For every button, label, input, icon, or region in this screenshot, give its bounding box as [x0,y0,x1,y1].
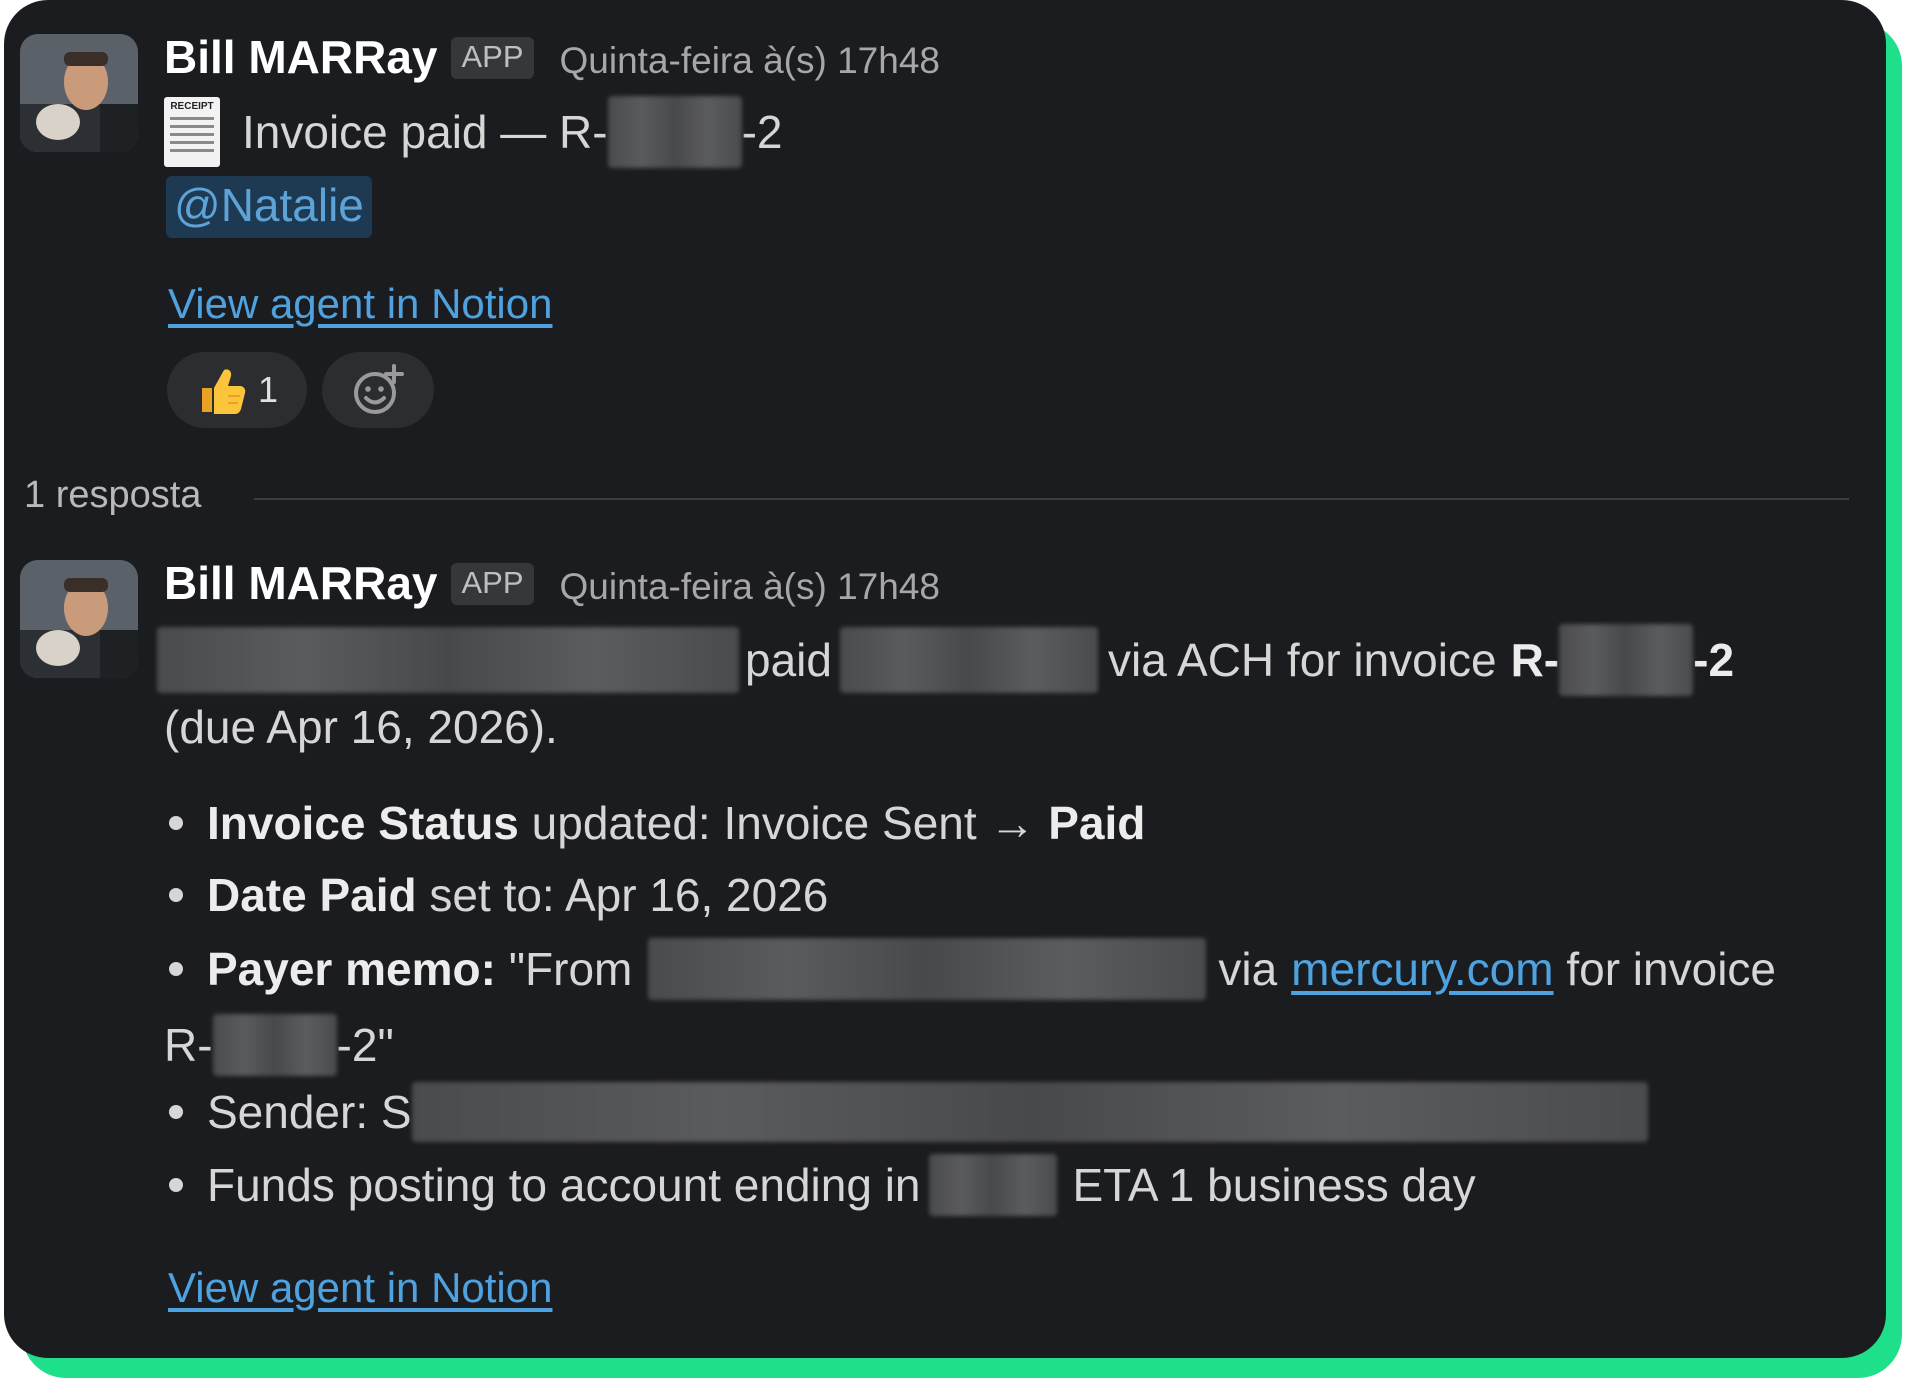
message-header: Bill MARRay APP Quinta-feira à(s) 17h48 [164,556,940,616]
user-mention[interactable]: @Natalie [166,176,372,238]
bullet-sender: Sender: S [169,1082,1648,1142]
redacted-memo-payer [648,938,1207,1000]
funds-eta: ETA 1 business day [1072,1159,1476,1211]
bullet-invoice-status: Invoice Status updated: Invoice Sent → P… [169,796,1145,850]
memo-cont-prefix: R- [164,1019,213,1071]
status-text: updated: Invoice Sent → [518,797,1049,849]
via-ach-text: via ACH for invoice [1107,634,1497,686]
date-paid-label: Date Paid [207,869,417,921]
receipt-icon: RECEIPT [164,97,220,167]
funds-text: Funds posting to account ending in [207,1159,921,1211]
bullet-payer-memo: Payer memo: "From via mercury.com for in… [169,938,1776,1000]
view-agent-link[interactable]: View agent in Notion [168,280,552,328]
thread-divider [254,498,1849,500]
author-name[interactable]: Bill MARRay [164,30,437,84]
reply-count-label[interactable]: 1 resposta [24,474,201,517]
memo-from-text: "From [495,943,633,995]
slack-thread-panel: Bill MARRay APP Quinta-feira à(s) 17h48 … [4,0,1886,1358]
invoice-suffix: -2 [1693,634,1735,686]
status-value: Paid [1048,797,1146,849]
redacted-sender [411,1082,1648,1142]
memo-for-text: for invoice [1553,943,1776,995]
memo-via-text: via [1218,943,1278,995]
paid-text: paid [745,634,832,686]
sender-label: Sender: S [207,1086,412,1138]
redacted-amount [839,627,1098,693]
due-date-line: (due Apr 16, 2026). [164,701,558,753]
date-paid-text: set to: Apr 16, 2026 [416,869,829,921]
invoice-title-line: RECEIPT Invoice paid — R- -2 [164,94,783,170]
mercury-link[interactable]: mercury.com [1291,942,1553,996]
invoice-prefix: R- [1510,634,1560,686]
payment-line-1: paid via ACH for invoice R- -2 [157,622,1734,698]
reaction-count: 1 [257,369,279,410]
bullet-funds-posting: Funds posting to account ending in ETA 1… [169,1154,1476,1216]
timestamp[interactable]: Quinta-feira à(s) 17h48 [560,566,940,608]
author-name[interactable]: Bill MARRay [164,556,437,610]
memo-cont-suffix: -2" [336,1019,394,1071]
redacted-invoice-number [607,96,742,168]
redacted-payer-name [157,627,739,693]
avatar[interactable] [20,34,138,152]
thumbs-up-icon [201,369,246,414]
redacted-invoice-number [212,1014,337,1076]
invoice-title-prefix: Invoice paid — R- [242,106,608,158]
add-reaction-icon [354,364,404,414]
memo-continuation: R- -2" [164,1012,394,1078]
reaction-thumbs-up[interactable]: 1 [167,352,307,428]
status-label: Invoice Status [207,797,519,849]
avatar[interactable] [20,560,138,678]
redacted-invoice-number [1559,624,1694,696]
app-badge: APP [451,563,534,605]
view-agent-link[interactable]: View agent in Notion [168,1264,552,1312]
screenshot-stage: Bill MARRay APP Quinta-feira à(s) 17h48 … [0,0,1909,1384]
invoice-title-suffix: -2 [741,106,783,158]
message-header: Bill MARRay APP Quinta-feira à(s) 17h48 [164,30,940,90]
redacted-account-digits [928,1154,1057,1216]
bullet-date-paid: Date Paid set to: Apr 16, 2026 [169,868,828,922]
add-reaction-button[interactable] [322,352,434,428]
payer-memo-label: Payer memo: [207,943,496,995]
timestamp[interactable]: Quinta-feira à(s) 17h48 [560,40,940,82]
app-badge: APP [451,37,534,79]
